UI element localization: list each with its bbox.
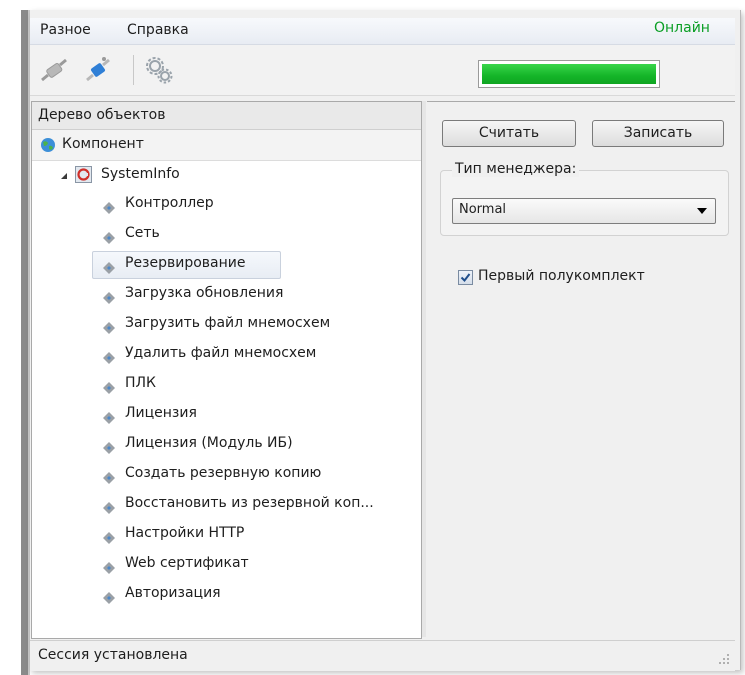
leaf-item-icon [103,382,115,394]
tree-item[interactable]: Создать резервную копию [32,460,421,489]
write-button[interactable]: Записать [592,120,724,147]
leaf-item-icon [103,262,115,274]
tree-item-label: Резервирование [125,255,246,271]
tree-item-label: Загрузка обновления [125,285,284,301]
tree-item[interactable]: Восстановить из резервной коп... [32,490,421,519]
tree-root-component[interactable]: Компонент [32,130,421,161]
connection-status-text: Онлайн [654,20,710,36]
tree-node-label: SystemInfo [101,166,180,182]
tree-item[interactable]: Контроллер [32,190,421,219]
toolbar-separator [133,55,134,85]
object-tree-header: Дерево объектов [32,102,421,130]
pane-splitter[interactable] [422,101,426,637]
connection-indicator [478,60,660,88]
leaf-item-icon [103,412,115,424]
toolbar [30,45,735,96]
leaf-item-icon [103,322,115,334]
leaf-item-icon [103,232,115,244]
tree-item[interactable]: Резервирование [32,250,421,279]
tree-item[interactable]: Web сертификат [32,550,421,579]
session-status-text: Сессия установлена [38,647,188,663]
tree-item[interactable]: Авторизация [32,580,421,609]
leaf-item-icon [103,442,115,454]
collapse-triangle-icon[interactable] [60,172,68,180]
first-half-set-label: Первый полукомплект [478,268,645,284]
tree-item-label: Web сертификат [125,555,249,571]
resize-grip-icon[interactable] [718,653,730,665]
leaf-item-icon [103,502,115,514]
leaf-item-icon [103,202,115,214]
tree-item[interactable]: Загрузить файл мнемосхем [32,310,421,339]
manager-type-label: Тип менеджера: [452,161,580,177]
tree-item[interactable]: Удалить файл мнемосхем [32,340,421,369]
read-button[interactable]: Считать [442,120,576,147]
manager-type-select[interactable]: Normal [452,198,716,224]
first-half-set-checkbox[interactable] [458,270,473,285]
leaf-item-icon [103,352,115,364]
menu-item-help[interactable]: Справка [127,22,189,38]
tree-item-label: Создать резервную копию [125,465,322,481]
leaf-item-icon [103,532,115,544]
leaf-item-icon [103,472,115,484]
tree-item[interactable]: Лицензия (Модуль ИБ) [32,430,421,459]
status-bar: Сессия установлена [30,640,735,671]
globe-icon [41,138,55,152]
tree-node-systeminfo[interactable]: SystemInfo [32,161,421,190]
tree-item-label: Загрузить файл мнемосхем [125,315,331,331]
window-left-edge [21,10,28,675]
app-window: Разное Справка Онлайн Дерево объектов Ко… [0,0,745,675]
manager-type-value: Normal [459,202,507,217]
leaf-item-icon [103,562,115,574]
checkmark-icon [460,273,471,283]
tree-item[interactable]: ПЛК [32,370,421,399]
object-tree-title: Дерево объектов [38,107,166,123]
disconnect-icon[interactable] [38,54,70,86]
tree-item[interactable]: Лицензия [32,400,421,429]
connection-indicator-fill [482,64,656,84]
tree-item-label: Удалить файл мнемосхем [125,345,317,361]
tree-item-label: Настройки HTTP [125,525,245,541]
tree-item[interactable]: Загрузка обновления [32,280,421,309]
object-tree-panel: Дерево объектов Компонент SystemInfo Кон… [31,101,422,639]
tree-item[interactable]: Сеть [32,220,421,249]
menu-item-misc[interactable]: Разное [40,22,91,38]
tree-item-label: Лицензия (Модуль ИБ) [125,435,293,451]
leaf-item-icon [103,292,115,304]
tree-item-label: Авторизация [125,585,221,601]
chevron-down-icon [697,208,707,214]
tree-item[interactable]: Настройки HTTP [32,520,421,549]
leaf-item-icon [103,592,115,604]
tree-item-label: Лицензия [125,405,197,421]
tree-item-label: ПЛК [125,375,156,391]
systeminfo-icon [75,166,92,183]
connect-icon[interactable] [82,54,114,86]
tree-root-label: Компонент [62,136,144,152]
settings-gears-icon[interactable] [143,54,175,86]
tree-item-label: Восстановить из резервной коп... [125,495,374,511]
tree-item-label: Контроллер [125,195,214,211]
menu-bar: Разное Справка [30,18,735,45]
tree-item-label: Сеть [125,225,160,241]
